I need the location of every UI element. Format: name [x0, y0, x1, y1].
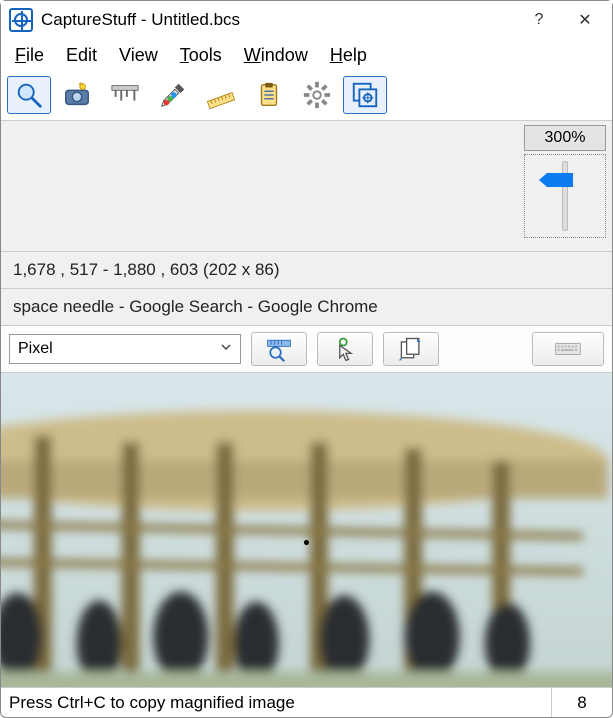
ruler-icon	[206, 80, 236, 110]
menu-bar: File Edit View Tools Window Help	[1, 39, 612, 74]
clipboard-icon	[254, 80, 284, 110]
copy-icon	[397, 335, 425, 363]
caliper-tool[interactable]	[103, 76, 147, 114]
status-text: Press Ctrl+C to copy magnified image	[1, 688, 552, 717]
magnified-image	[1, 373, 612, 687]
zoom-control: 300%	[524, 125, 606, 238]
menu-view[interactable]: View	[119, 45, 158, 66]
target-window-title: space needle - Google Search - Google Ch…	[1, 288, 612, 325]
info-panel: 300% 1,678 , 517 - 1,880 , 603 (202 x 86…	[1, 121, 612, 326]
ruler-tool[interactable]	[199, 76, 243, 114]
eyedropper-icon	[158, 80, 188, 110]
zoom-label: 300%	[524, 125, 606, 151]
overlay-tool[interactable]	[343, 76, 387, 114]
menu-tools[interactable]: Tools	[180, 45, 222, 66]
control-row: Pixel	[1, 326, 612, 373]
cursor-icon	[331, 335, 359, 363]
keyboard-button[interactable]	[532, 332, 604, 366]
menu-edit[interactable]: Edit	[66, 45, 97, 66]
magnifier-icon	[14, 80, 44, 110]
zoom-slider[interactable]	[524, 154, 606, 238]
settings-tool[interactable]	[295, 76, 339, 114]
copy-button[interactable]	[383, 332, 439, 366]
caliper-icon	[110, 80, 140, 110]
close-button[interactable]: ✕	[562, 5, 608, 35]
camera-icon	[62, 80, 92, 110]
help-button[interactable]: ?	[516, 5, 562, 35]
menu-file[interactable]: File	[15, 45, 44, 66]
main-toolbar	[1, 74, 612, 121]
unit-select[interactable]: Pixel	[9, 334, 241, 364]
menu-window[interactable]: Window	[244, 45, 308, 66]
measure-button[interactable]	[251, 332, 307, 366]
zoom-thumb[interactable]	[547, 173, 573, 187]
status-value: 8	[552, 693, 612, 713]
magnified-view[interactable]	[1, 373, 612, 687]
gear-icon	[302, 80, 332, 110]
clipboard-tool[interactable]	[247, 76, 291, 114]
ruler-magnifier-icon	[265, 335, 293, 363]
window-title: CaptureStuff - Untitled.bcs	[41, 10, 516, 30]
chevron-down-icon	[220, 340, 232, 358]
color-picker-tool[interactable]	[151, 76, 195, 114]
unit-select-value: Pixel	[18, 340, 53, 358]
pointer-button[interactable]	[317, 332, 373, 366]
magnifier-tool[interactable]	[7, 76, 51, 114]
menu-help[interactable]: Help	[330, 45, 367, 66]
title-bar: CaptureStuff - Untitled.bcs ? ✕	[1, 1, 612, 39]
zoom-track	[562, 161, 568, 231]
status-bar: Press Ctrl+C to copy magnified image 8	[1, 687, 612, 717]
keyboard-icon	[554, 335, 582, 363]
camera-tool[interactable]	[55, 76, 99, 114]
overlay-icon	[350, 80, 380, 110]
coordinates-readout: 1,678 , 517 - 1,880 , 603 (202 x 86)	[1, 251, 612, 288]
app-icon	[9, 8, 33, 32]
